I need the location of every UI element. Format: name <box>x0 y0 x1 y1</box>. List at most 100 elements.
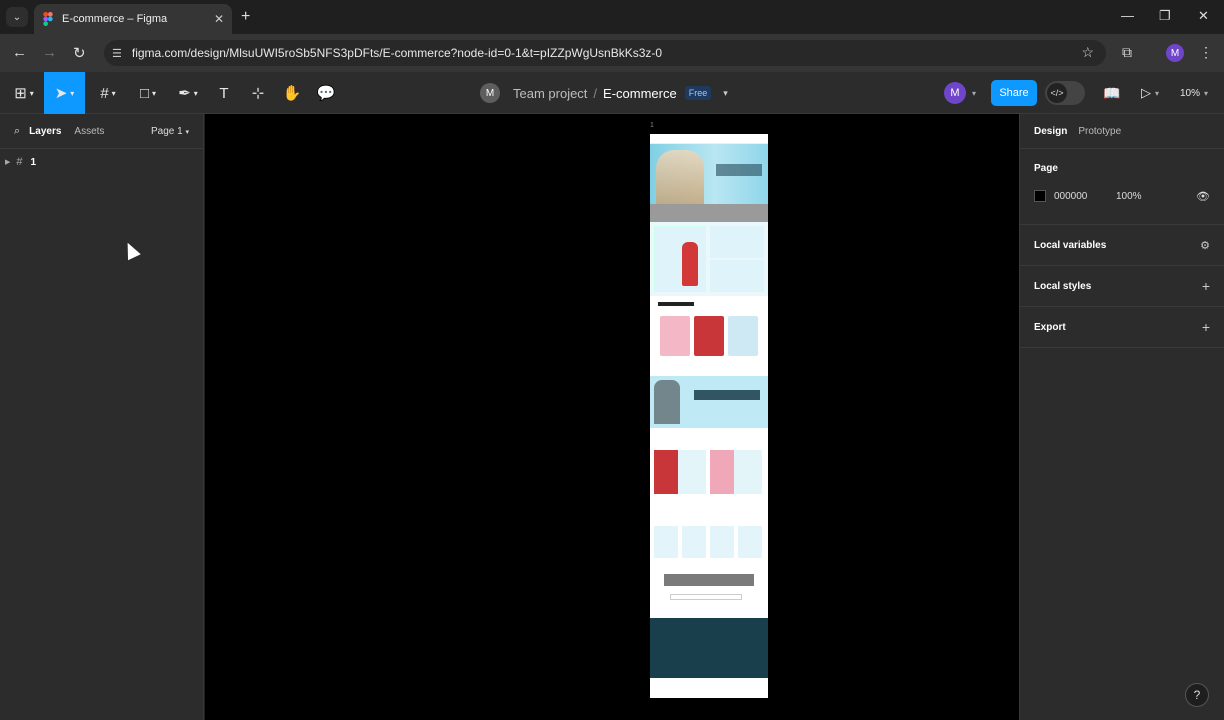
add-style-icon[interactable]: + <box>1202 278 1210 294</box>
variables-adjust-icon[interactable]: ⚙ <box>1200 239 1210 252</box>
address-bar-row: ← → ↻ ☰ figma.com/design/MlsuUWI5roSb5NF… <box>0 34 1224 72</box>
site-info-icon[interactable]: ☰ <box>112 47 122 60</box>
local-styles-label: Local styles <box>1034 280 1092 292</box>
browser-menu-icon[interactable]: ⋮ <box>1199 44 1213 61</box>
expand-arrow-icon[interactable]: ▶ <box>5 158 10 166</box>
minimize-icon[interactable]: — <box>1121 8 1134 23</box>
team-avatar[interactable]: M <box>480 83 500 103</box>
site-header <box>650 134 768 144</box>
code-icon: </> <box>1047 83 1067 103</box>
chevron-down-icon: ▾ <box>185 128 189 136</box>
breadcrumb-separator: / <box>593 85 598 101</box>
export-section[interactable]: Export + <box>1020 307 1224 348</box>
browser-tab[interactable]: E-commerce – Figma ✕ <box>34 4 232 34</box>
products-section <box>650 296 768 376</box>
team-name[interactable]: Team project <box>513 86 587 101</box>
page-section: Page 000000 100% 👁 <box>1020 149 1224 225</box>
frame-label[interactable]: 1 <box>650 122 654 129</box>
pen-icon: ✒ <box>178 85 191 102</box>
url-text[interactable]: figma.com/design/MlsuUWI5roSb5NFS3pDFts/… <box>132 46 662 60</box>
tab-design[interactable]: Design <box>1034 126 1067 137</box>
tab-layers[interactable]: Layers <box>29 126 61 137</box>
present-wrapper: ▷ ▾ <box>1141 72 1159 114</box>
omnibox[interactable]: ☰ figma.com/design/MlsuUWI5roSb5NFS3pDFt… <box>104 40 1106 66</box>
multiplayer-users: M ▾ <box>944 72 976 114</box>
figma-logo-icon <box>43 12 53 26</box>
share-button[interactable]: Share <box>991 80 1037 106</box>
comment-tool-button[interactable]: 💬 <box>314 72 338 114</box>
help-button[interactable]: ? <box>1185 683 1209 707</box>
page-opacity[interactable]: 100% <box>1116 191 1142 202</box>
new-tab-icon[interactable]: + <box>241 8 250 26</box>
add-export-icon[interactable]: + <box>1202 319 1210 335</box>
chevron-down-icon[interactable]: ▾ <box>1204 89 1208 98</box>
tab-title: E-commerce – Figma <box>62 13 168 25</box>
comment-icon: 💬 <box>316 85 336 102</box>
text-tool-button[interactable]: T <box>212 72 236 114</box>
hand-tool-button[interactable]: ✋ <box>280 72 304 114</box>
search-icon[interactable]: ⌕ <box>14 125 20 138</box>
browser-profile-avatar[interactable]: M <box>1166 44 1184 62</box>
page-selector-label: Page 1 <box>151 125 183 137</box>
chevron-down-icon[interactable]: ▾ <box>723 88 728 99</box>
zoom-level[interactable]: 10% <box>1180 88 1200 99</box>
left-panel-tabs: ⌕ Layers Assets Page 1 ▾ <box>0 114 203 149</box>
file-name[interactable]: E-commerce <box>603 86 677 101</box>
hero-heading-block <box>716 164 762 176</box>
components-icon: ⊹ <box>251 85 265 102</box>
layers-panel: ⌕ Layers Assets Page 1 ▾ ▶ # 1 <box>0 114 204 720</box>
local-variables-label: Local variables <box>1034 239 1107 251</box>
shape-tool-button[interactable]: □ ▾ <box>132 72 164 114</box>
present-icon[interactable]: ▷ <box>1141 85 1151 101</box>
reload-icon[interactable]: ↻ <box>73 44 86 62</box>
rectangle-icon: □ <box>139 84 150 102</box>
back-icon[interactable]: ← <box>12 44 27 61</box>
library-book-icon[interactable]: 📖 <box>1103 85 1120 102</box>
restore-icon[interactable]: ❐ <box>1159 8 1171 24</box>
share-wrapper: Share <box>991 72 1037 114</box>
dev-mode-toggle[interactable]: </> <box>1045 81 1085 105</box>
close-tab-icon[interactable]: ✕ <box>214 12 224 26</box>
bookmark-star-icon[interactable]: ☆ <box>1081 44 1094 61</box>
forward-icon[interactable]: → <box>42 44 57 61</box>
page-color-swatch[interactable] <box>1034 190 1046 202</box>
move-tool-button[interactable]: ➤ ▾ <box>44 72 85 114</box>
local-variables-section[interactable]: Local variables ⚙ <box>1020 225 1224 266</box>
site-footer <box>650 618 768 678</box>
plan-badge: Free <box>684 86 712 100</box>
figma-toolbar: ⊞ ▾ ➤ ▾ # ▾ □ ▾ ✒ ▾ T ⊹ ✋ 💬 M Team project / … <box>0 72 1224 114</box>
main-menu-button[interactable]: ⊞ ▾ <box>8 72 40 114</box>
page-selector[interactable]: Page 1 ▾ <box>151 126 189 137</box>
frame-hash-icon: # <box>100 84 109 102</box>
export-label: Export <box>1034 321 1066 333</box>
chevron-down-icon[interactable]: ▾ <box>1155 89 1159 98</box>
browser-tab-strip: ⌄ E-commerce – Figma ✕ + — ❐ ✕ <box>0 0 1224 34</box>
categories-section <box>650 222 768 296</box>
tab-prototype[interactable]: Prototype <box>1078 126 1121 137</box>
hero-section <box>650 144 768 204</box>
file-breadcrumb: M Team project / E-commerce Free ▾ <box>480 72 728 114</box>
page-color-hex[interactable]: 000000 <box>1054 191 1116 202</box>
zoom-control[interactable]: 10% ▾ <box>1180 72 1208 114</box>
tab-assets[interactable]: Assets <box>74 126 104 137</box>
pointer-icon: ➤ <box>54 85 68 102</box>
layer-row[interactable]: ▶ # 1 <box>0 149 203 175</box>
resources-tool-button[interactable]: ⊹ <box>246 72 270 114</box>
features-strip <box>650 204 768 222</box>
design-canvas[interactable]: 1 <box>205 114 1019 720</box>
pen-tool-button[interactable]: ✒ ▾ <box>172 72 204 114</box>
hand-icon: ✋ <box>282 85 302 102</box>
window-close-icon[interactable]: ✕ <box>1198 8 1209 24</box>
ecommerce-frame-thumbnail[interactable] <box>650 134 768 698</box>
extensions-icon[interactable]: ⧉ <box>1122 44 1132 61</box>
chevron-down-icon[interactable]: ▾ <box>972 89 976 98</box>
offer-banner <box>650 376 768 428</box>
library-wrapper: 📖 <box>1103 72 1120 114</box>
visibility-eye-icon[interactable]: 👁 <box>1196 190 1210 203</box>
local-styles-section[interactable]: Local styles + <box>1020 266 1224 307</box>
tab-search-button[interactable]: ⌄ <box>6 7 28 27</box>
frame-tool-button[interactable]: # ▾ <box>92 72 124 114</box>
user-avatar[interactable]: M <box>944 82 966 104</box>
hot-deals-section <box>650 428 768 510</box>
layer-name[interactable]: 1 <box>31 157 37 168</box>
